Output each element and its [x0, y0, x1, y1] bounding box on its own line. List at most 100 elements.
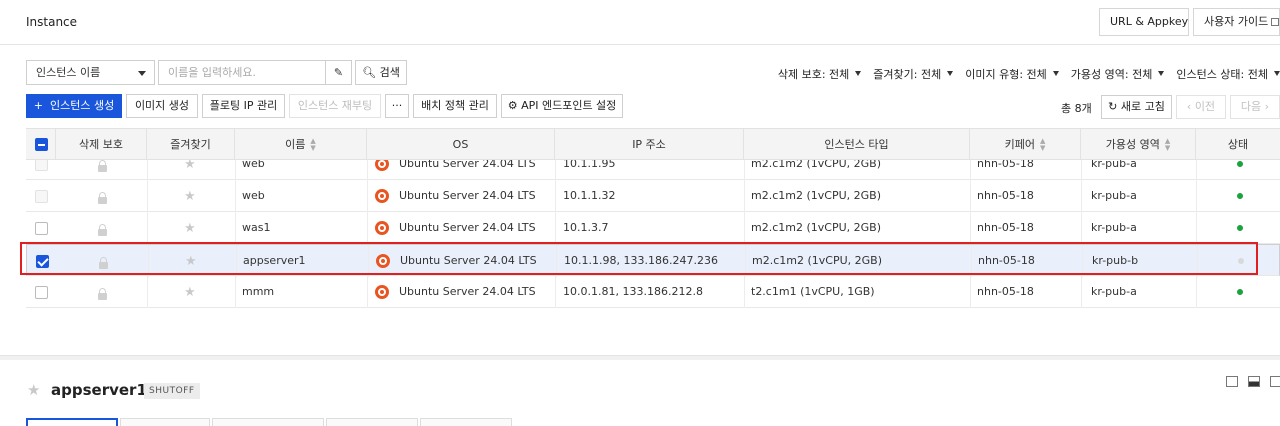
status-running-dot	[1237, 225, 1243, 231]
lock-icon[interactable]	[98, 288, 107, 300]
layout-full-icon[interactable]	[1270, 376, 1280, 387]
detail-tab[interactable]	[420, 418, 512, 426]
row-zone: kr-pub-a	[1091, 221, 1137, 234]
row-ip: 10.1.3.7	[563, 221, 609, 234]
col-favorite[interactable]: 즐겨찾기	[147, 129, 235, 160]
prev-page-button[interactable]: ‹ 이전	[1176, 95, 1226, 119]
star-icon[interactable]: ★	[27, 381, 40, 399]
row-os: Ubuntu Server 24.04 LTS	[399, 285, 536, 298]
col-status[interactable]: 상태	[1196, 129, 1280, 160]
table-body[interactable]: ★ web Ubuntu Server 24.04 LTS 10.1.1.95 …	[26, 160, 1280, 310]
col-ip[interactable]: IP 주소	[555, 129, 744, 160]
ubuntu-icon	[375, 160, 389, 171]
row-checkbox[interactable]	[35, 160, 48, 171]
ubuntu-icon	[375, 221, 389, 235]
row-type: m2.c1m2 (1vCPU, 2GB)	[751, 221, 881, 234]
gear-icon: ⚙	[507, 99, 518, 112]
detail-tab[interactable]	[212, 418, 324, 426]
star-icon[interactable]: ★	[184, 222, 196, 235]
row-checkbox[interactable]	[35, 190, 48, 203]
refresh-button[interactable]: ↻ 새로 고침	[1101, 95, 1172, 119]
col-delete-protection[interactable]: 삭제 보호	[56, 129, 147, 160]
filter-bar: 삭제 보호: 전체 즐겨찾기: 전체 이미지 유형: 전체 가용성 영역: 전체…	[778, 66, 1280, 82]
lock-icon[interactable]	[98, 160, 107, 172]
row-name[interactable]: web	[242, 160, 265, 180]
row-checkbox[interactable]	[35, 286, 48, 299]
table-row[interactable]: ★ web Ubuntu Server 24.04 LTS 10.1.1.32 …	[26, 180, 1280, 212]
row-os: Ubuntu Server 24.04 LTS	[399, 221, 536, 234]
create-image-button[interactable]: 이미지 생성	[126, 94, 198, 118]
detail-tab[interactable]	[120, 418, 210, 426]
plus-icon: +	[33, 99, 43, 112]
layout-split-icon[interactable]	[1226, 376, 1238, 387]
filter-favorite[interactable]: 즐겨찾기: 전체	[873, 66, 954, 82]
table-row[interactable]: ★ web Ubuntu Server 24.04 LTS 10.1.1.95 …	[26, 160, 1280, 180]
status-badge: SHUTOFF	[144, 383, 200, 399]
row-checkbox[interactable]	[35, 222, 48, 235]
select-all-cell	[26, 129, 56, 160]
col-os[interactable]: OS	[367, 129, 555, 160]
search-field-select-label: 인스턴스 이름	[36, 66, 101, 79]
col-keypair[interactable]: 키페어 ▲ ▼	[970, 129, 1081, 160]
user-guide-button[interactable]: 사용자 가이드	[1193, 8, 1280, 36]
instance-page: Instance URL & Appkey 사용자 가이드 인스턴스 이름 ✎ …	[0, 0, 1280, 426]
table-row[interactable]: ★ mmm Ubuntu Server 24.04 LTS 10.0.1.81,…	[26, 276, 1280, 308]
edit-search-button[interactable]: ✎	[326, 60, 352, 85]
top-bar: Instance URL & Appkey 사용자 가이드	[0, 0, 1280, 45]
detail-tab[interactable]	[26, 418, 118, 426]
ubuntu-icon	[375, 285, 389, 299]
row-name[interactable]: web	[242, 180, 265, 212]
row-name[interactable]: was1	[242, 212, 270, 244]
sort-icon: ▲ ▼	[310, 137, 316, 152]
refresh-label: 새로 고침	[1120, 100, 1165, 113]
filter-image-type[interactable]: 이미지 유형: 전체	[965, 66, 1059, 82]
row-type: m2.c1m2 (1vCPU, 2GB)	[751, 160, 881, 170]
star-icon[interactable]: ★	[184, 190, 196, 203]
floating-ip-button[interactable]: 플로팅 IP 관리	[202, 94, 285, 118]
lock-icon[interactable]	[98, 192, 107, 204]
row-zone: kr-pub-a	[1091, 285, 1137, 298]
row-keypair: nhn-05-18	[977, 285, 1034, 298]
sort-icon: ▲ ▼	[1164, 137, 1171, 152]
filter-availability-zone[interactable]: 가용성 영역: 전체	[1071, 66, 1165, 82]
api-endpoint-button[interactable]: ⚙ API 엔드포인트 설정	[501, 94, 623, 118]
col-zone[interactable]: 가용성 영역 ▲ ▼	[1081, 129, 1196, 160]
filter-label: 이미지 유형: 전체	[965, 68, 1047, 81]
row-os: Ubuntu Server 24.04 LTS	[399, 189, 536, 202]
next-page-button[interactable]: 다음 ›	[1230, 95, 1280, 119]
detail-instance-name: appserver1	[51, 381, 147, 399]
filter-label: 인스턴스 상태: 전체	[1176, 68, 1268, 81]
filter-label: 삭제 보호: 전체	[777, 68, 850, 81]
col-zone-label: 가용성 영역	[1105, 138, 1160, 151]
row-os: Ubuntu Server 24.04 LTS	[399, 160, 536, 170]
detail-tab[interactable]	[326, 418, 418, 426]
filter-delete-protection[interactable]: 삭제 보호: 전체	[777, 66, 862, 82]
row-type: m2.c1m2 (1vCPU, 2GB)	[751, 189, 881, 202]
table-row[interactable]: ★ was1 Ubuntu Server 24.04 LTS 10.1.3.7 …	[26, 212, 1280, 244]
create-instance-button[interactable]: + 인스턴스 생성	[26, 94, 122, 118]
batch-policy-button[interactable]: 배치 정책 관리	[413, 94, 497, 118]
lock-icon[interactable]	[98, 224, 107, 236]
more-actions-button[interactable]: ···	[385, 94, 409, 118]
search-field-select[interactable]: 인스턴스 이름	[26, 60, 155, 85]
reboot-instance-button[interactable]: 인스턴스 재부팅	[289, 94, 381, 118]
col-name-label: 이름	[285, 138, 306, 151]
search-input[interactable]	[158, 60, 326, 85]
chevron-down-icon	[1052, 71, 1059, 76]
url-appkey-button[interactable]: URL & Appkey	[1099, 8, 1189, 36]
total-count: 총 8개	[1061, 102, 1092, 115]
create-instance-label: 인스턴스 생성	[50, 99, 115, 112]
col-name[interactable]: 이름 ▲ ▼	[235, 129, 367, 160]
col-instance-type[interactable]: 인스턴스 타입	[744, 129, 970, 160]
star-icon[interactable]: ★	[184, 286, 196, 299]
table-header: 삭제 보호 즐겨찾기 이름 ▲ ▼ OS IP 주소 인스턴스 타입 키페어 ▲ ▼ 가…	[26, 128, 1280, 160]
star-icon[interactable]: ★	[184, 160, 196, 171]
search-button[interactable]: 🔍︎ 검색	[355, 60, 407, 85]
row-name[interactable]: mmm	[242, 276, 274, 308]
ubuntu-icon	[375, 189, 389, 203]
page-title: Instance	[26, 15, 78, 29]
layout-bottom-icon[interactable]	[1248, 376, 1260, 387]
chevron-down-icon	[947, 71, 954, 76]
select-all-checkbox[interactable]	[35, 138, 48, 151]
filter-instance-status[interactable]: 인스턴스 상태: 전체	[1176, 66, 1280, 82]
